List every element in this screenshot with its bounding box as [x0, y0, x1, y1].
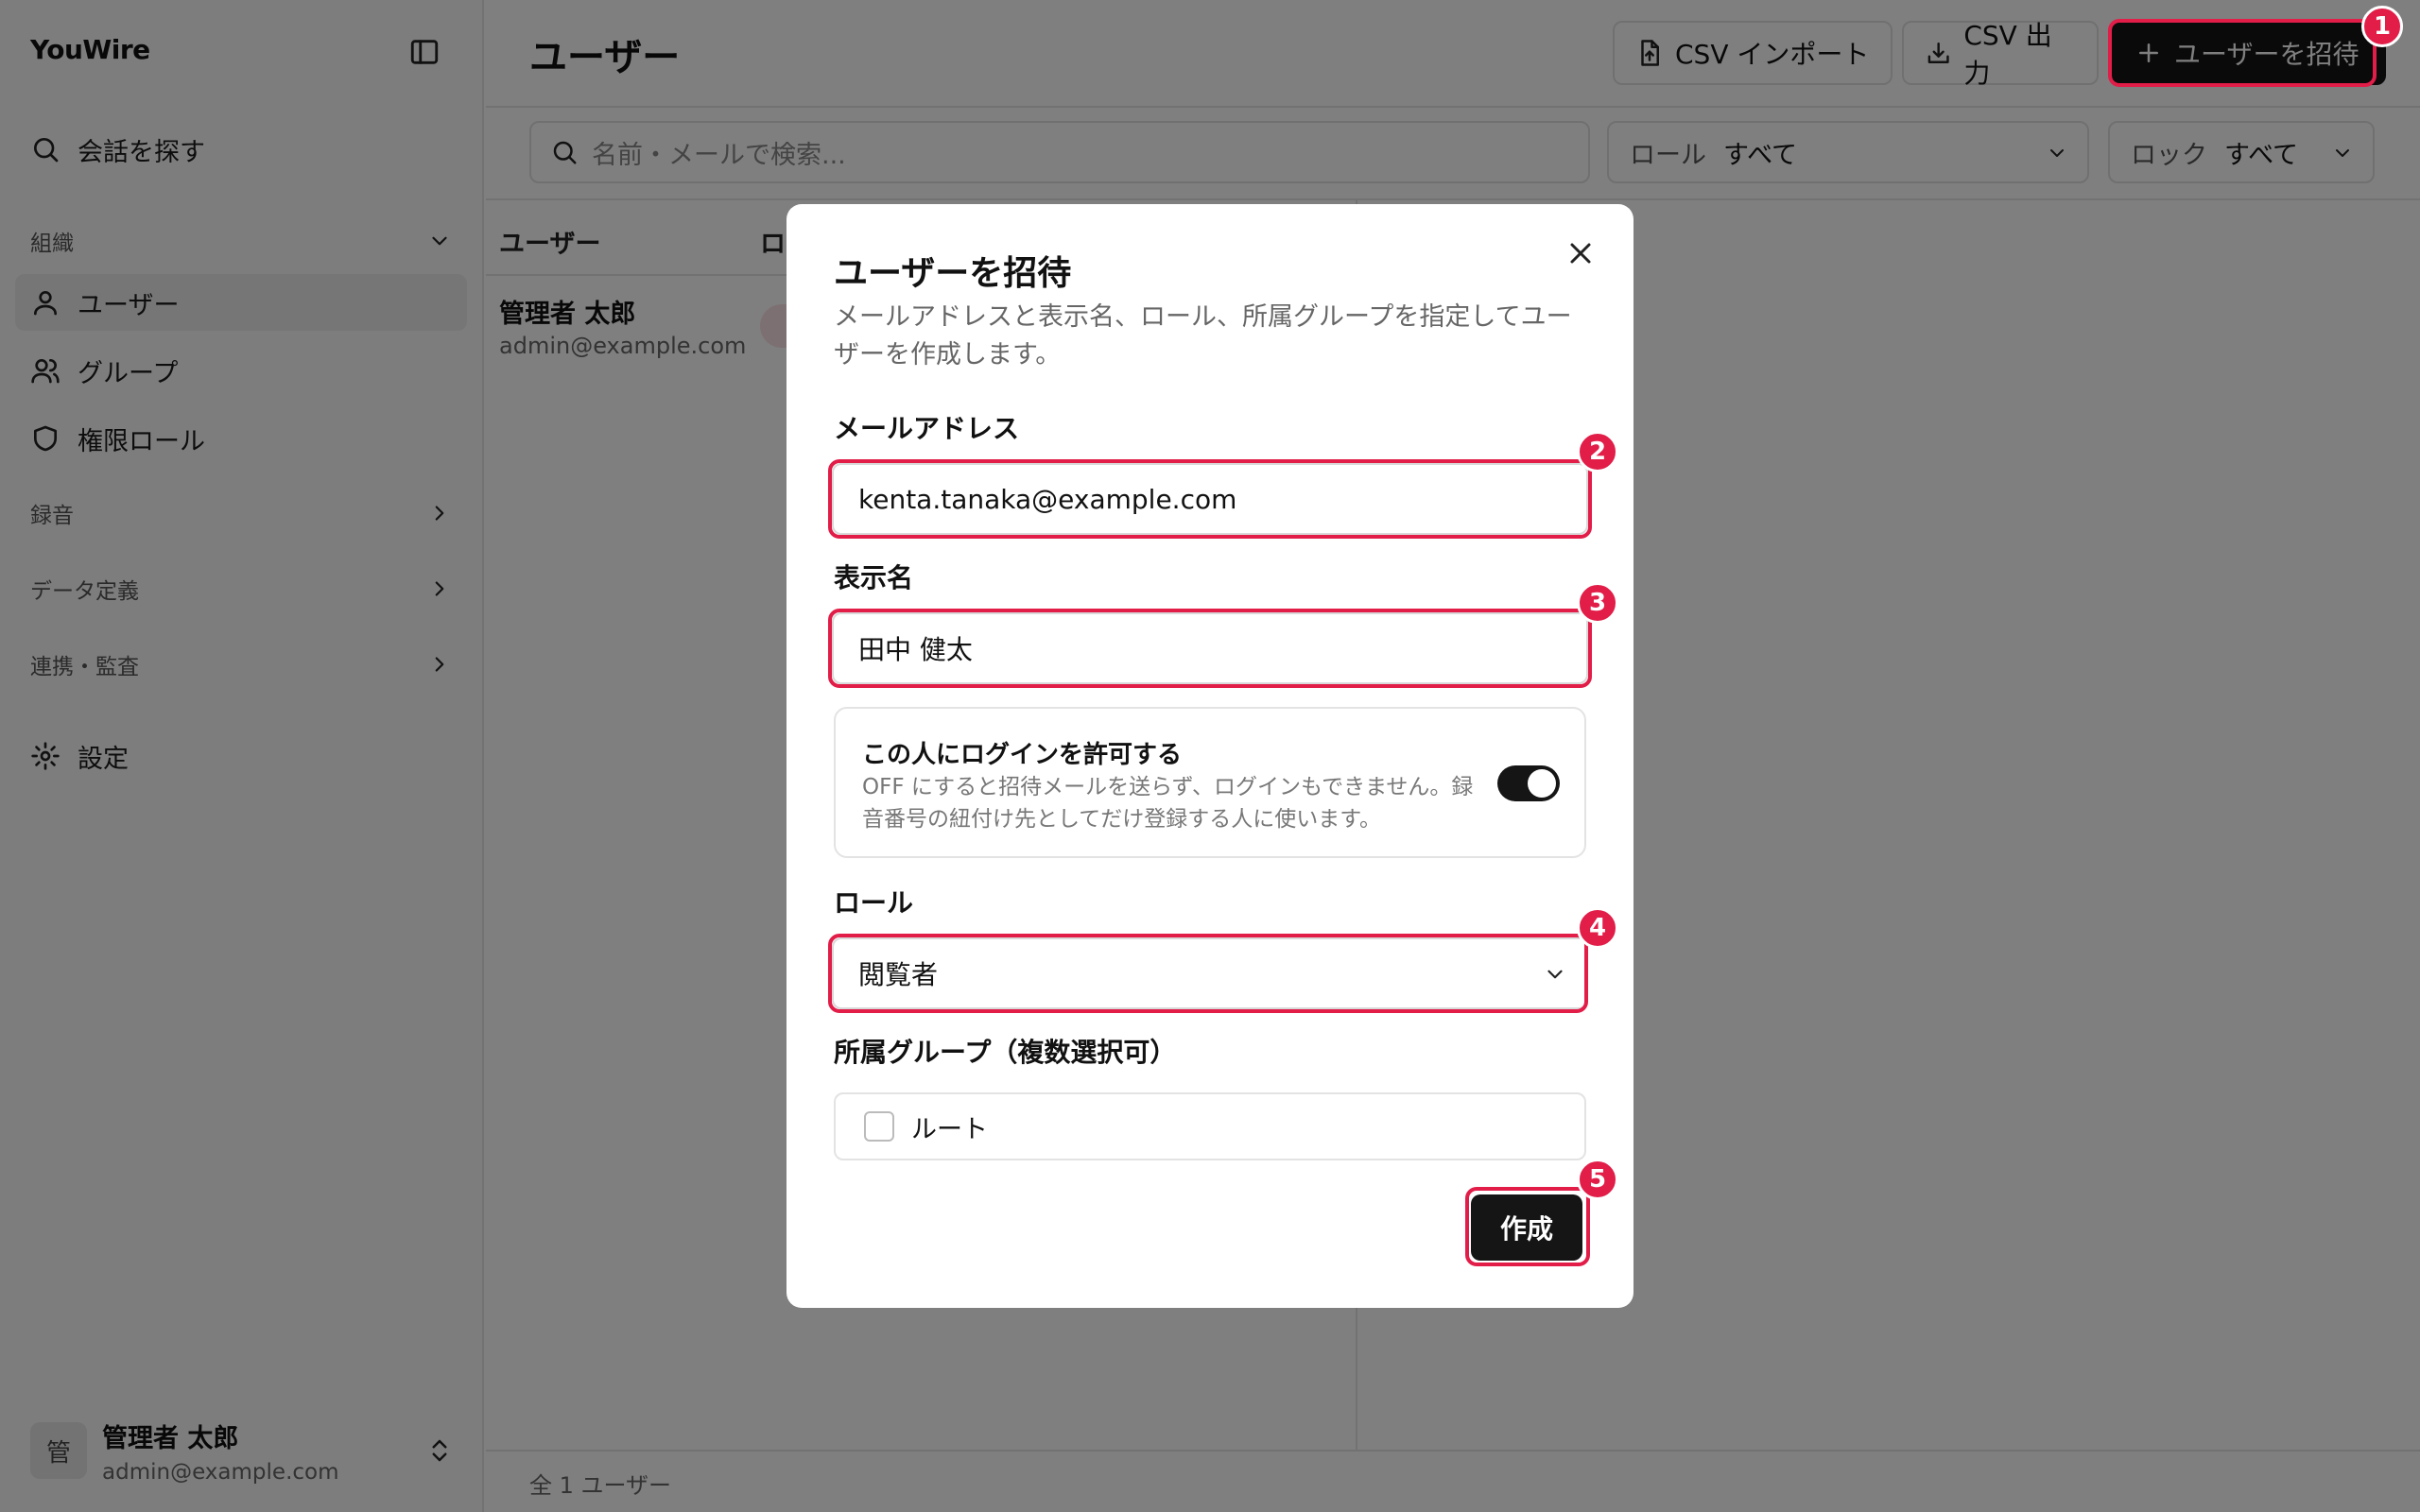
switch-knob — [1528, 769, 1556, 798]
email-field[interactable]: kenta.tanaka@example.com — [832, 463, 1588, 535]
step-badge-5: 5 — [1577, 1159, 1618, 1200]
step-badge-2: 2 — [1577, 431, 1618, 472]
close-icon[interactable] — [1564, 236, 1598, 270]
login-toggle-title: この人にログインを許可する — [862, 741, 1183, 769]
role-select[interactable]: 閲覧者 — [832, 937, 1588, 1009]
step-badge-1: 1 — [2361, 6, 2403, 47]
display-name-field[interactable]: 田中 健太 — [832, 612, 1588, 684]
role-select-value: 閲覧者 — [858, 959, 939, 990]
groups-label: 所属グループ（複数選択可） — [834, 1037, 1177, 1068]
login-toggle-description: OFF にすると招待メールを送らず、ログインもできません。録音番号の紐付け先とし… — [862, 775, 1474, 832]
login-permission-card: この人にログインを許可する OFF にすると招待メールを送らず、ログインもできま… — [834, 707, 1586, 858]
group-checkbox[interactable] — [864, 1111, 894, 1142]
chevron-down-icon — [1547, 970, 1563, 979]
create-button[interactable]: 作成 — [1471, 1194, 1582, 1261]
email-label: メールアドレス — [834, 413, 1020, 444]
group-option-root[interactable]: ルート — [834, 1092, 1586, 1160]
dialog-title: ユーザーを招待 — [834, 254, 1072, 293]
dialog-description: メールアドレスと表示名、ロール、所属グループを指定してユーザーを作成します。 — [834, 302, 1572, 369]
step-badge-3: 3 — [1577, 582, 1618, 624]
invite-user-dialog: ユーザーを招待 メールアドレスと表示名、ロール、所属グループを指定してユーザーを… — [786, 204, 1634, 1308]
login-toggle-switch[interactable] — [1497, 765, 1560, 801]
display-name-label: 表示名 — [834, 562, 914, 593]
step-badge-4: 4 — [1577, 907, 1618, 949]
role-label: ロール — [834, 887, 914, 919]
group-option-label: ルート — [911, 1114, 988, 1144]
